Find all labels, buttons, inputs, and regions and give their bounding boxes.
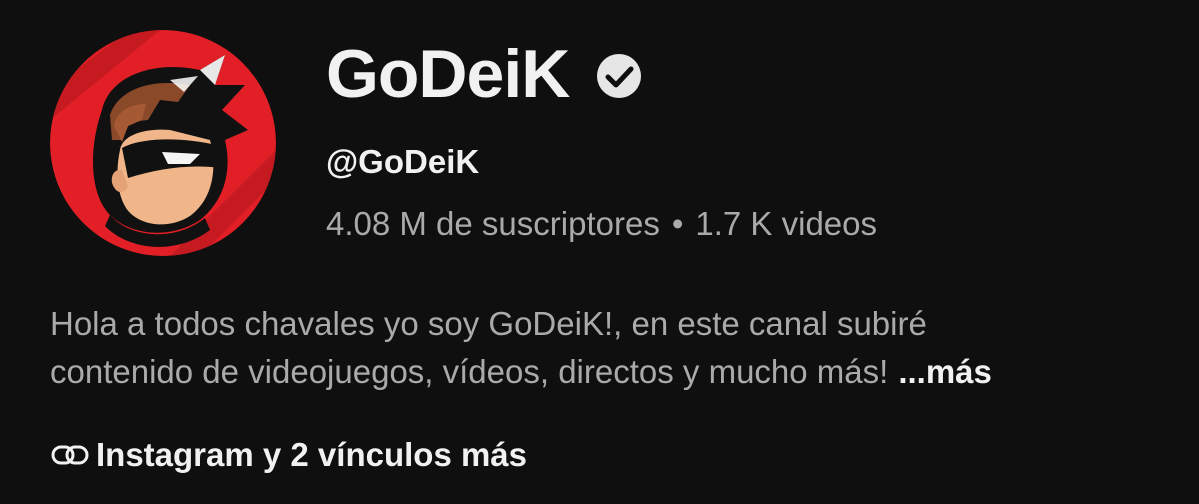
video-count: 1.7 K videos: [695, 205, 878, 242]
description-line-2: contenido de videojuegos, vídeos, direct…: [50, 353, 889, 390]
channel-description[interactable]: Hola a todos chavales yo soy GoDeiK!, en…: [50, 300, 1170, 396]
subscriber-count: 4.08 M de suscriptores: [326, 205, 660, 242]
channel-stats: 4.08 M de suscriptores • 1.7 K videos: [326, 202, 877, 246]
verified-badge-icon: [595, 52, 643, 100]
stats-separator: •: [671, 205, 684, 242]
channel-header: GoDeiK @GoDeiK 4.08 M de suscriptores • 1.…: [0, 0, 1199, 504]
avatar-image: [50, 30, 276, 256]
channel-avatar[interactable]: [50, 30, 276, 256]
description-line-2-row: contenido de videojuegos, vídeos, direct…: [50, 348, 1170, 396]
channel-title-row: GoDeiK: [326, 34, 643, 114]
channel-handle: @GoDeiK: [326, 143, 480, 180]
more-button[interactable]: ...más: [898, 353, 992, 390]
channel-links[interactable]: Instagram y 2 vínculos más: [50, 432, 527, 478]
description-line-1: Hola a todos chavales yo soy GoDeiK!, en…: [50, 305, 927, 342]
channel-name: GoDeiK: [326, 36, 570, 112]
link-icon: [50, 435, 90, 475]
links-label: Instagram y 2 vínculos más: [96, 436, 528, 473]
